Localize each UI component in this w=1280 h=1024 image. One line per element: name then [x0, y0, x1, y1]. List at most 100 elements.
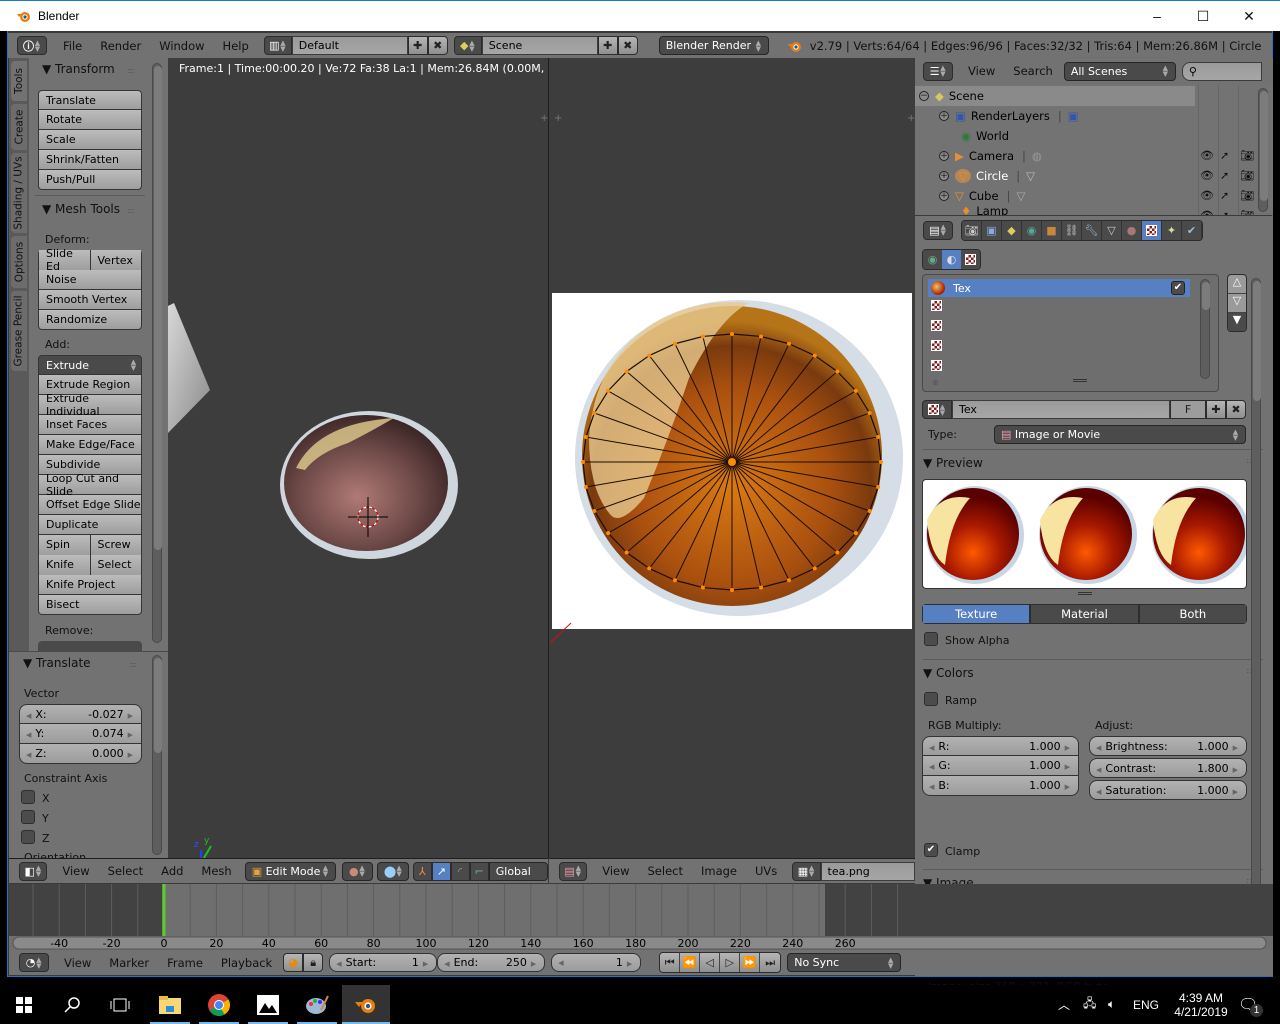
- eye-icon[interactable]: 👁︎: [1200, 169, 1214, 182]
- world-texture-context[interactable]: ◉: [923, 250, 942, 269]
- fake-user-button[interactable]: F: [1170, 400, 1206, 419]
- redo-panel-scrollbar[interactable]: [152, 655, 162, 855]
- colors-panel-title[interactable]: ▼ Colors::::: [923, 659, 1263, 683]
- texture-slot-3[interactable]: [931, 340, 942, 354]
- context-tab-constraints[interactable]: ⛓︎: [1062, 220, 1082, 240]
- play-button[interactable]: ▷: [720, 953, 741, 972]
- move-slot-up-button[interactable]: △: [1228, 275, 1246, 294]
- translate-panel-title[interactable]: ▼ Translate: [23, 656, 91, 670]
- render-camera-icon[interactable]: 📷︎: [1240, 189, 1254, 202]
- texture-slot-4[interactable]: [931, 360, 942, 374]
- taskbar-chrome[interactable]: [195, 985, 243, 1024]
- outliner-item-world[interactable]: ◉ World: [915, 126, 1245, 146]
- mesh-tools-panel-title[interactable]: ▼ Mesh Tools: [42, 202, 120, 216]
- outliner-search-input[interactable]: ⚲: [1181, 61, 1262, 81]
- manipulator-toggle[interactable]: ⅄: [412, 861, 432, 881]
- clamp-checkbox[interactable]: ✔: [924, 843, 938, 857]
- knife-project-button[interactable]: Knife Project: [38, 575, 142, 595]
- timeline-area[interactable]: -40 -20 0 20 40 60 80 100 120 140 160 180 200 220 240 2…: [9, 884, 1273, 950]
- menu-render[interactable]: Render: [91, 39, 150, 53]
- panel-grip-icon[interactable]: ::::: [129, 660, 137, 669]
- preview-resize-handle[interactable]: [1078, 592, 1092, 595]
- search-button[interactable]: [48, 985, 96, 1024]
- uv-mesh[interactable]: [581, 332, 883, 592]
- context-tab-texture[interactable]: [1142, 220, 1162, 240]
- constraint-z-checkbox[interactable]: [21, 830, 35, 844]
- 3d-viewport[interactable]: Frame:1 | Time:00:00.20 | Ve:72 Fa:38 La…: [168, 58, 548, 884]
- rgb-g-field[interactable]: ◀ G: 1.000 ▶: [922, 756, 1079, 776]
- action-center-button[interactable]: 🗨︎ 1: [1238, 985, 1263, 1024]
- uv-vertex[interactable]: [879, 460, 883, 464]
- screen-layout-selector[interactable]: ▥ ▲ ▼: [263, 36, 292, 55]
- uv-vertex[interactable]: [787, 341, 792, 346]
- context-tab-scene[interactable]: ◆: [1002, 220, 1022, 240]
- taskbar-photos[interactable]: [244, 985, 292, 1024]
- context-tab-world[interactable]: ◉: [1022, 220, 1042, 240]
- lock-range-toggle[interactable]: 🔒︎: [303, 953, 324, 972]
- browse-texture-button[interactable]: ▲ ▼: [922, 400, 952, 419]
- network-icon[interactable]: 🖧︎: [1083, 985, 1096, 1024]
- unlink-texture-button[interactable]: ✖: [1226, 400, 1246, 419]
- minimize-button[interactable]: –: [1134, 1, 1180, 31]
- menu-file[interactable]: File: [54, 39, 91, 53]
- uv-vertex[interactable]: [700, 334, 705, 339]
- push-pull-button[interactable]: Push/Pull: [38, 170, 142, 190]
- cursor-icon[interactable]: ➚: [1220, 189, 1229, 202]
- uv-vertex[interactable]: [867, 411, 872, 416]
- sync-mode-dropdown[interactable]: No Sync ▲ ▼: [787, 953, 902, 972]
- texture-slot-0[interactable]: Tex ✔: [928, 279, 1190, 297]
- image-name-field[interactable]: tea.png: [820, 861, 915, 881]
- uv-vertex[interactable]: [853, 388, 858, 393]
- texture-slot-1[interactable]: [931, 300, 942, 314]
- uv-vertex[interactable]: [853, 531, 858, 536]
- saturation-field[interactable]: ◀ Saturation: 1.000 ▶: [1089, 780, 1247, 800]
- editor-type-properties-button[interactable]: ▤ ▲ ▼: [923, 220, 953, 240]
- editor-type-3d-button[interactable]: ◧ ▲ ▼: [19, 861, 48, 881]
- menu-search[interactable]: Search: [1004, 64, 1062, 78]
- uv-vertex[interactable]: [606, 388, 611, 393]
- uv-vertex[interactable]: [583, 484, 588, 489]
- preview-range-toggle[interactable]: ◕: [283, 953, 304, 972]
- uv-vertex[interactable]: [700, 585, 705, 590]
- render-engine-dropdown[interactable]: Blender Render ▲ ▼: [658, 36, 769, 55]
- offset-edge-slide-button[interactable]: Offset Edge Slide: [38, 495, 142, 515]
- jump-start-button[interactable]: ⏮: [660, 953, 681, 972]
- context-tab-render-layers[interactable]: ▣: [982, 220, 1002, 240]
- show-hidden-icons-button[interactable]: ︿: [1058, 985, 1070, 1024]
- delete-scene-button[interactable]: ✖: [617, 36, 638, 55]
- maximize-button[interactable]: ☐: [1180, 1, 1226, 31]
- outliner-item-circle[interactable]: + ▽ Circle | ▽: [915, 166, 1245, 186]
- menu-uvs[interactable]: UVs: [746, 864, 786, 878]
- context-tab-physics[interactable]: ✔: [1182, 220, 1202, 240]
- rgb-r-field[interactable]: ◀ R: 1.000 ▶: [922, 736, 1079, 756]
- context-tab-particles[interactable]: ✦: [1162, 220, 1182, 240]
- menu-marker[interactable]: Marker: [100, 956, 158, 970]
- viewport-shading-dropdown[interactable]: ● ▲ ▼: [341, 861, 373, 881]
- duplicate-button[interactable]: Duplicate: [38, 515, 142, 535]
- ramp-checkbox[interactable]: [924, 692, 938, 706]
- scale-button[interactable]: Scale: [38, 130, 142, 150]
- context-tab-object[interactable]: ■: [1042, 220, 1062, 240]
- panel-grip-icon[interactable]: ::::: [127, 66, 135, 75]
- loop-cut-slide-button[interactable]: Loop Cut and Slide: [38, 472, 142, 498]
- contrast-field[interactable]: ◀ Contrast: 1.800 ▶: [1089, 758, 1247, 778]
- transform-panel-title[interactable]: ▼ Transform: [42, 62, 115, 76]
- slide-edge-button[interactable]: Slide Ed: [39, 247, 91, 273]
- uv-vertex[interactable]: [835, 550, 840, 555]
- menu-add[interactable]: Add: [152, 864, 192, 878]
- scene-field[interactable]: Scene: [481, 36, 598, 55]
- expand-icon[interactable]: +: [939, 171, 949, 181]
- uv-vertex[interactable]: [647, 566, 652, 571]
- tool-shelf-scrollbar[interactable]: [152, 63, 162, 643]
- tab-grease-pencil[interactable]: Grease Pencil: [11, 291, 27, 371]
- menu-select[interactable]: Select: [639, 864, 692, 878]
- menu-view[interactable]: View: [959, 64, 1004, 78]
- bisect-button[interactable]: Bisect: [38, 595, 142, 615]
- uv-vertex[interactable]: [583, 435, 588, 440]
- editor-type-info-button[interactable]: ⓘ ▲ ▼: [17, 36, 47, 55]
- vector-x-field[interactable]: ◀ X: -0.027 ▶: [19, 704, 142, 724]
- start-button[interactable]: [0, 985, 48, 1024]
- uv-vertex[interactable]: [759, 334, 764, 339]
- render-camera-icon[interactable]: 📷︎: [1240, 209, 1254, 215]
- texture-type-dropdown[interactable]: ▤ Image or Movie ▲ ▼: [994, 425, 1246, 444]
